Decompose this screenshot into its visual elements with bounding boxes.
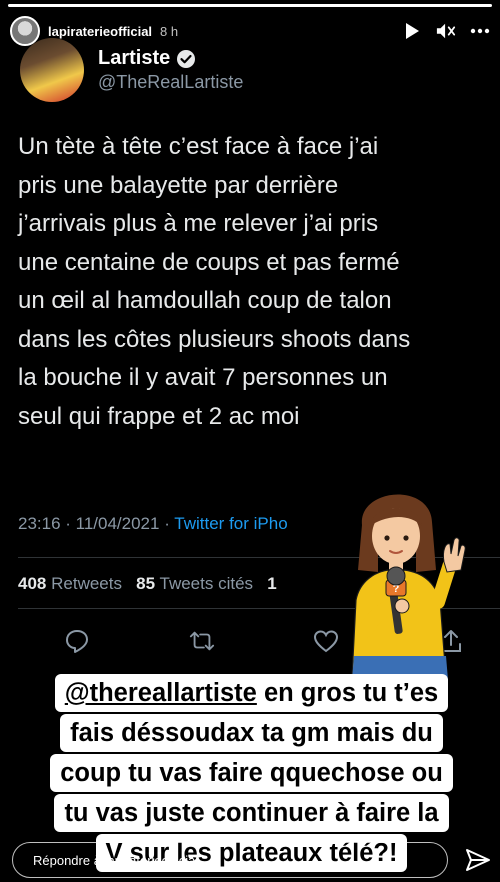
tweet-meta: 23:16 · 11/04/2021 · Twitter for iPho (18, 514, 288, 534)
tweet-timestamp: 23:16 · 11/04/2021 · (18, 514, 175, 533)
story-controls (402, 21, 490, 41)
tweet-source[interactable]: Twitter for iPho (174, 514, 287, 533)
tweet-author: Lartiste @TheRealLartiste (20, 38, 243, 102)
tweet-stats: 408 Retweets 85 Tweets cités 1 (18, 574, 277, 594)
more-icon[interactable] (470, 21, 490, 41)
tweet-author-handle[interactable]: @TheRealLartiste (98, 72, 243, 93)
reporter-sticker-illustration: ? (351, 494, 466, 680)
caption-line-1: @thereallartiste en gros tu t’es (54, 674, 449, 712)
tweet-text: Un tète à tête c’est face à face j’ai pr… (18, 133, 411, 430)
reply-icon[interactable] (64, 628, 90, 654)
likes-count: 1 (267, 574, 277, 593)
reply-placeholder: Répondre à lapiraterieofficial... (33, 852, 210, 868)
tweet-author-avatar[interactable] (20, 38, 84, 102)
story-progress-fill (8, 4, 492, 7)
caption-line-2: fais déssoudax ta gm mais du (60, 714, 443, 752)
mute-icon[interactable] (436, 21, 456, 41)
verified-badge-icon (176, 49, 196, 69)
retweets-label[interactable]: Retweets (51, 574, 122, 593)
tweet-author-name[interactable]: Lartiste (98, 47, 170, 70)
story-time-ago: 8 h (160, 23, 179, 39)
retweets-count: 408 (18, 574, 47, 593)
caption-mention[interactable]: @thereallartiste (65, 679, 257, 707)
story-progress-bar (8, 4, 492, 7)
story-username[interactable]: lapiraterieofficial (48, 24, 152, 39)
caption-line-3: coup tu vas faire qquechose ou (50, 754, 453, 792)
caption-line-1-text: en gros tu t’es (256, 679, 439, 707)
quotes-count: 85 (136, 574, 156, 593)
retweet-icon[interactable] (189, 628, 215, 654)
caption-line-4: tu vas juste continuer à faire la (54, 794, 449, 832)
reply-input[interactable]: Répondre à lapiraterieofficial... (12, 842, 448, 878)
tweet-author-name-row: Lartiste (98, 47, 243, 70)
send-icon[interactable] (464, 846, 492, 874)
quotes-label[interactable]: Tweets cités (160, 574, 254, 593)
tweet-author-names: Lartiste @TheRealLartiste (98, 47, 243, 93)
play-icon[interactable] (402, 21, 422, 41)
